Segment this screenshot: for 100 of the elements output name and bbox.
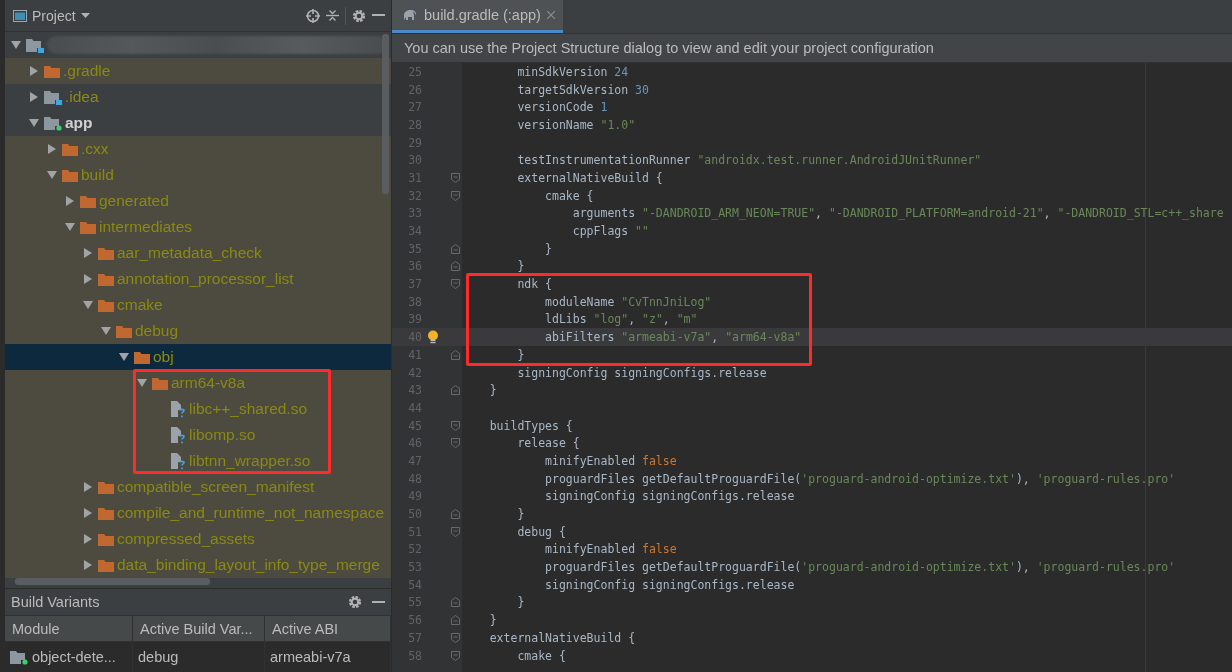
column-header[interactable]: Active Build Var... [133, 615, 265, 641]
tree-row[interactable]: generated [5, 188, 391, 214]
tree-row[interactable]: compile_and_runtime_not_namespace [5, 500, 391, 526]
minimize-icon[interactable] [372, 600, 385, 604]
folder-icon [98, 272, 114, 286]
tree-row[interactable]: aar_metadata_check [5, 240, 391, 266]
tree-row[interactable]: annotation_processor_list [5, 266, 391, 292]
tree-row[interactable]: debug [5, 318, 391, 344]
minimize-icon[interactable] [372, 14, 385, 17]
collapsed-arrow-icon[interactable] [83, 248, 93, 258]
tree-item-label: compile_and_runtime_not_namespace [117, 504, 385, 522]
tree-item-label: intermediates [99, 218, 193, 236]
editor-tab[interactable]: build.gradle (:app) [392, 0, 563, 33]
fold-marker-icon[interactable] [451, 632, 460, 643]
tree-row[interactable]: libomp.so [5, 422, 391, 448]
tree-item-label: annotation_processor_list [117, 270, 294, 288]
fold-marker-icon[interactable] [451, 190, 460, 201]
elephant-icon [402, 9, 418, 21]
fold-marker-icon[interactable] [451, 526, 460, 537]
tree-item-label: libc++_shared.so [189, 400, 308, 418]
expanded-arrow-icon[interactable] [29, 118, 39, 128]
dropdown-caret-icon[interactable] [80, 13, 90, 18]
collapsed-arrow-icon[interactable] [65, 196, 75, 206]
folder-icon [62, 142, 78, 156]
fold-marker-icon[interactable] [451, 385, 460, 396]
tree-row[interactable]: .gradle [5, 58, 391, 84]
tree-row[interactable]: arm64-v8a [5, 370, 391, 396]
collapsed-arrow-icon[interactable] [47, 144, 57, 154]
close-icon[interactable] [546, 11, 555, 19]
crosshair-icon[interactable] [306, 8, 320, 23]
panel-title[interactable]: Project [32, 7, 76, 24]
tree-row[interactable]: obj [5, 344, 391, 370]
column-header[interactable]: Module [5, 615, 133, 641]
code-line: targetSdkVersion 30 [516, 82, 649, 97]
tree-item-label: obj [153, 348, 174, 366]
folder-icon [44, 89, 62, 105]
collapsed-arrow-icon[interactable] [83, 534, 93, 544]
expanded-arrow-icon[interactable] [65, 222, 75, 232]
code-line: versionName "1.0" [516, 117, 636, 132]
code-line: } [488, 613, 497, 628]
fold-marker-icon[interactable] [451, 615, 460, 626]
fold-marker-icon[interactable] [451, 650, 460, 661]
tree-row[interactable]: .cxx [5, 136, 391, 162]
tree-row[interactable]: .idea [5, 84, 391, 110]
code-line: } [516, 507, 525, 522]
fold-marker-icon[interactable] [451, 279, 460, 290]
tree-row[interactable]: app [5, 110, 391, 136]
scrollbar-thumb[interactable] [382, 34, 389, 194]
tree-item-label: build [81, 166, 114, 184]
folder-icon [10, 649, 28, 665]
fold-marker-icon[interactable] [451, 597, 460, 608]
code-line: minSdkVersion 24 [516, 64, 629, 79]
table-cell: object-dete... [32, 649, 116, 665]
fold-marker-icon[interactable] [451, 420, 460, 431]
settings-icon[interactable] [352, 8, 366, 23]
fold-marker-icon[interactable] [451, 438, 460, 449]
expanded-arrow-icon[interactable] [83, 300, 93, 310]
settings-icon[interactable] [348, 595, 362, 609]
collapsed-arrow-icon[interactable] [83, 482, 93, 492]
window-icon [13, 9, 27, 22]
collapsed-arrow-icon[interactable] [29, 66, 39, 76]
expanded-arrow-icon[interactable] [101, 326, 111, 336]
fold-marker-icon[interactable] [451, 261, 460, 272]
table-cell[interactable]: armeabi-v7a [265, 641, 391, 672]
collapsed-arrow-icon[interactable] [83, 508, 93, 518]
tree-row[interactable]: compressed_assets [5, 526, 391, 552]
tree-row[interactable]: build [5, 162, 391, 188]
folder-icon [44, 115, 62, 131]
fold-marker-icon[interactable] [451, 509, 460, 520]
collapsed-arrow-icon[interactable] [29, 92, 39, 102]
tree-row[interactable]: compatible_screen_manifest [5, 474, 391, 500]
fold-marker-icon[interactable] [451, 172, 460, 183]
expanded-arrow-icon[interactable] [119, 352, 129, 362]
folder-icon [152, 376, 168, 390]
notification-banner: You can use the Project Structure dialog to view and edit your project configuration [392, 34, 1232, 63]
tree-item-label: compatible_screen_manifest [117, 478, 315, 496]
collapse-all-icon[interactable] [326, 9, 339, 22]
scrollbar-thumb[interactable] [15, 578, 210, 585]
folder-icon [80, 194, 96, 208]
tree-row[interactable]: libtnn_wrapper.so [5, 448, 391, 474]
code-line: externalNativeBuild { [488, 630, 636, 645]
expanded-arrow-icon[interactable] [11, 40, 21, 50]
tree-item-label: cmake [117, 296, 163, 314]
collapsed-arrow-icon[interactable] [83, 274, 93, 284]
table-cell[interactable]: debug [133, 641, 265, 672]
expanded-arrow-icon[interactable] [47, 170, 57, 180]
tree-row[interactable]: data_binding_layout_info_type_merge [5, 552, 391, 578]
tree-row[interactable]: cmake [5, 292, 391, 318]
fold-marker-icon[interactable] [451, 349, 460, 360]
folder-icon [80, 220, 96, 234]
code-line: arguments "-DANDROID_ARM_NEON=TRUE", "-DANDROID_PLATFORM=android-21", "-DANDROID_STL=c++_share [571, 206, 1224, 221]
code-line: } [488, 383, 497, 398]
tree-item-label: data_binding_layout_info_type_merge [117, 556, 380, 574]
expanded-arrow-icon[interactable] [137, 378, 147, 388]
collapsed-arrow-icon[interactable] [83, 560, 93, 570]
fold-marker-icon[interactable] [451, 243, 460, 254]
column-header[interactable]: Active ABI [265, 615, 391, 641]
lightbulb-icon[interactable] [427, 329, 439, 345]
tree-row[interactable]: intermediates [5, 214, 391, 240]
tree-row[interactable]: libc++_shared.so [5, 396, 391, 422]
